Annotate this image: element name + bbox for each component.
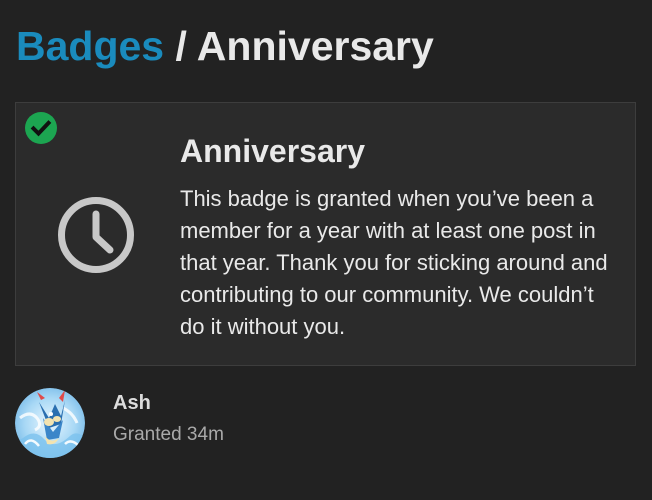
username-link[interactable]: Ash <box>113 390 151 416</box>
breadcrumb: Badges / Anniversary <box>16 20 434 72</box>
badge-description: This badge is granted when you’ve been a… <box>180 186 608 339</box>
breadcrumb-badges-link[interactable]: Badges <box>16 23 164 69</box>
breadcrumb-current: Anniversary <box>196 23 434 69</box>
clock-icon <box>58 197 134 273</box>
user-avatar[interactable] <box>15 388 85 458</box>
badge-card: Anniversary This badge is granted when y… <box>15 102 636 366</box>
badge-title: Anniversary <box>180 133 365 169</box>
badge-page: Badges / Anniversary Anniversary This ba… <box>0 0 652 500</box>
breadcrumb-separator: / <box>175 23 187 69</box>
granted-time: Granted 34m <box>113 424 224 445</box>
avatar-image <box>15 388 85 458</box>
badge-grant-item: Ash Granted 34m <box>15 388 635 460</box>
check-circle-icon <box>25 112 57 144</box>
